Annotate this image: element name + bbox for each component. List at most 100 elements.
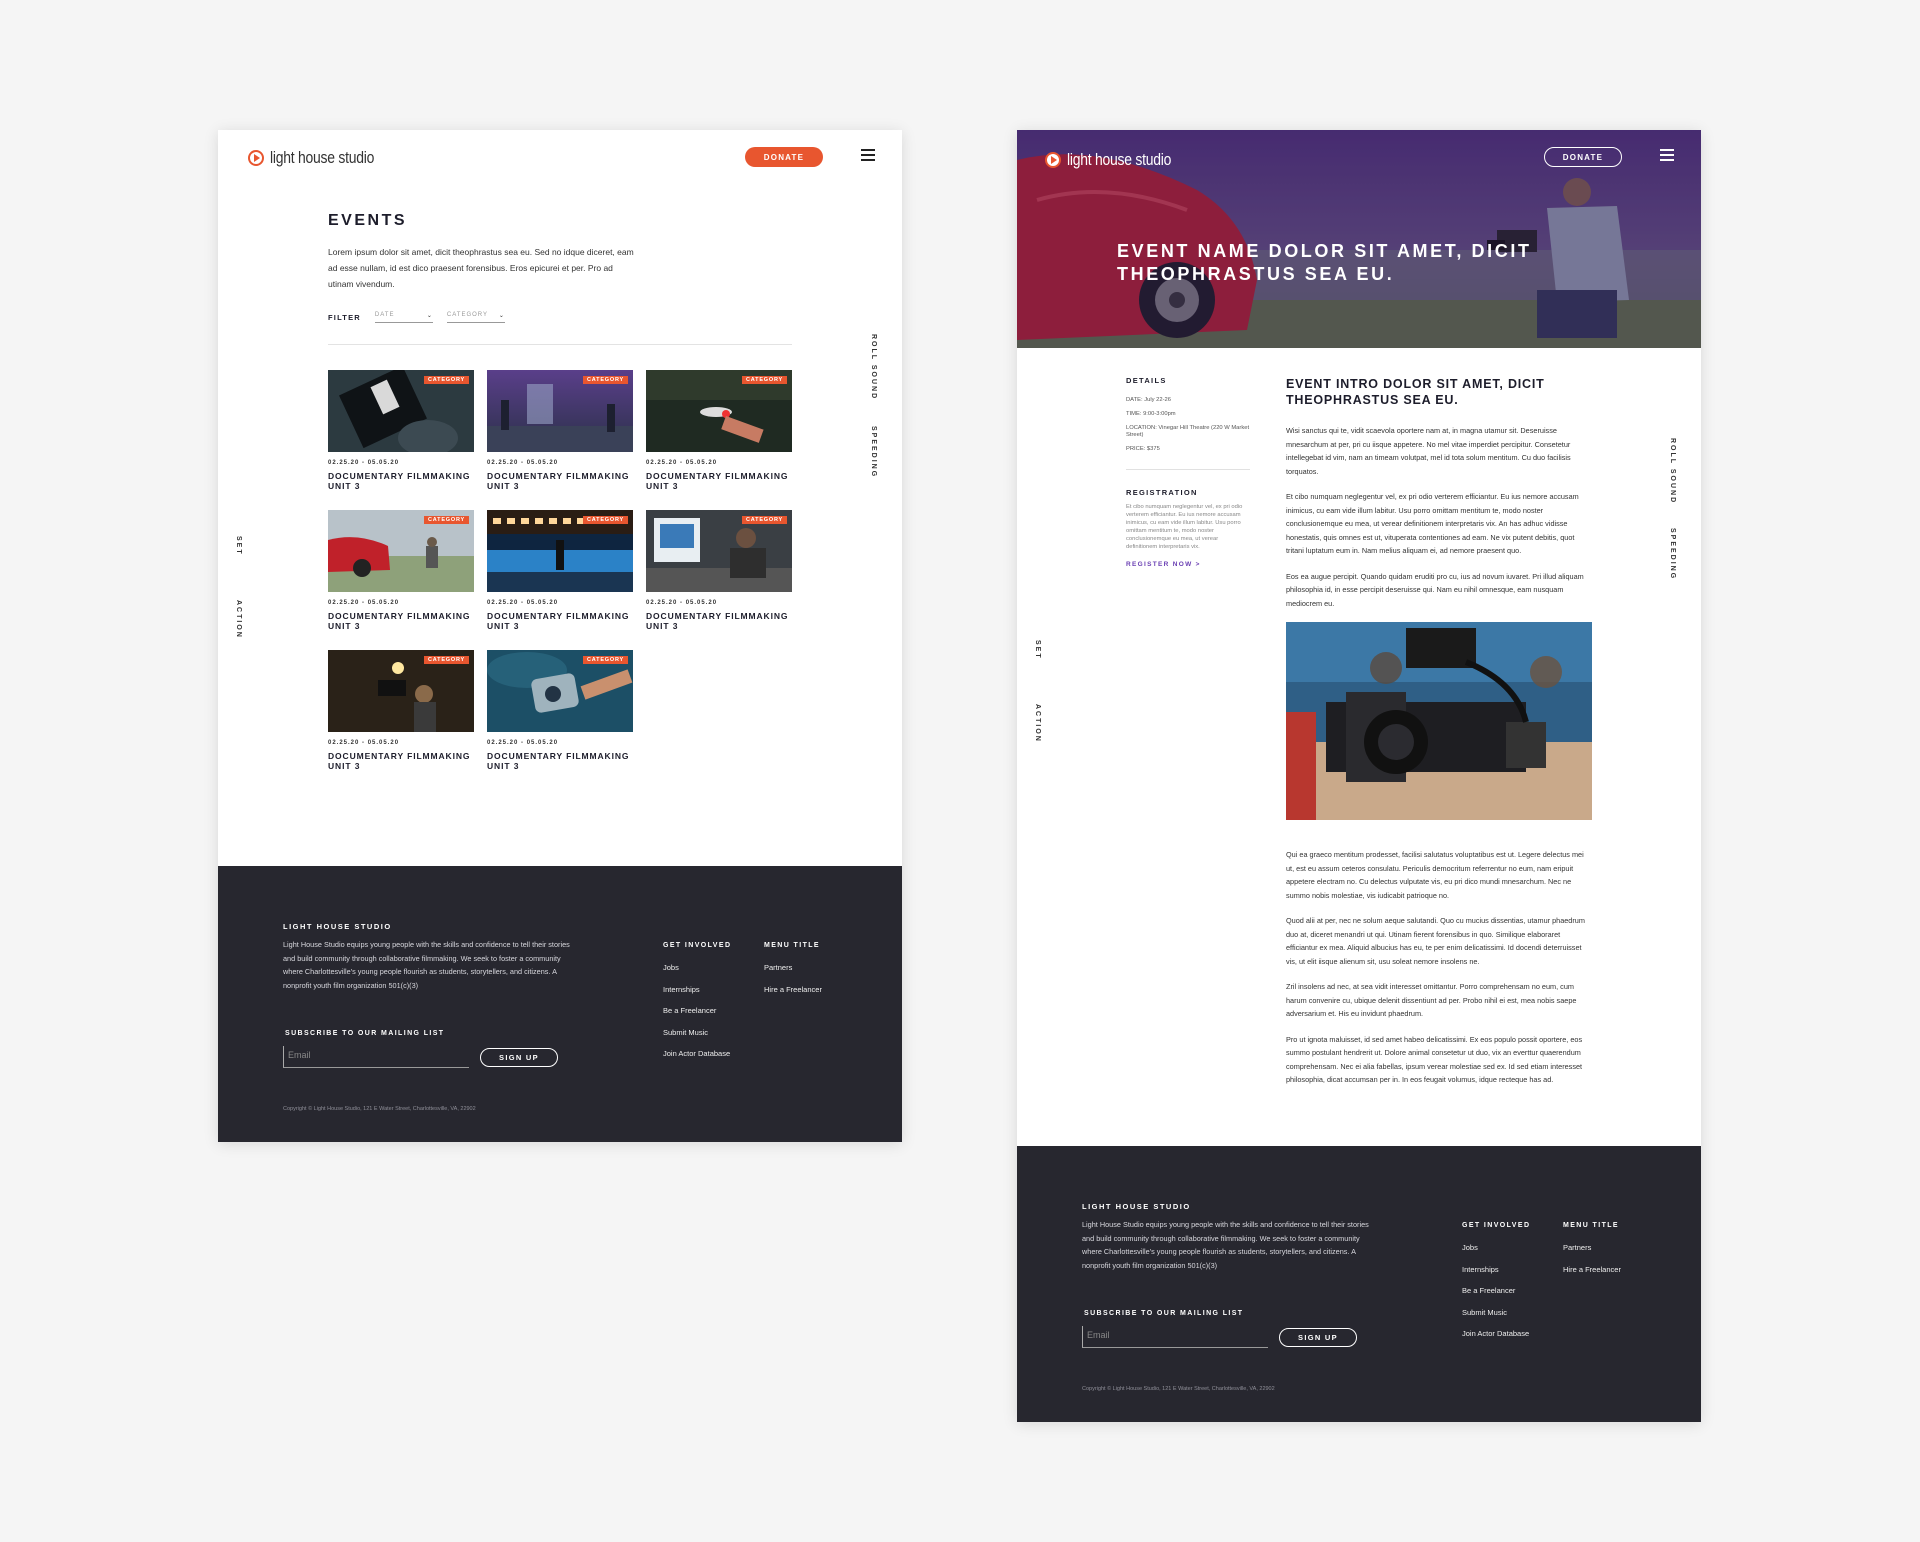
event-title: DOCUMENTARY FILMMAKING UNIT 3 [487,751,630,771]
footer-link-partners[interactable]: Partners [1563,1243,1621,1265]
email-input[interactable]: Email [1082,1326,1268,1348]
footer-link-jobs[interactable]: Jobs [1462,1243,1529,1265]
footer-link-hire-freelancer[interactable]: Hire a Freelancer [764,985,822,1007]
side-label-action: ACTION [235,600,242,639]
event-thumbnail: CATEGORY [328,370,474,452]
event-card[interactable]: CATEGORY 02.25.20 - 05.05.20 DOCUMENTARY… [328,650,474,771]
event-thumbnail: CATEGORY [646,370,792,452]
event-date: 02.25.20 - 05.05.20 [328,740,400,746]
menu-title-links: Partners Hire a Freelancer [764,963,822,1006]
event-date: 02.25.20 - 05.05.20 [487,740,559,746]
footer: LIGHT HOUSE STUDIO Light House Studio eq… [1017,1146,1701,1422]
footer-link-freelancer[interactable]: Be a Freelancer [1462,1286,1529,1308]
logo[interactable]: light house studio [248,148,397,168]
event-card-grid: CATEGORY 02.25.20 - 05.05.20 DOCUMENTARY… [328,370,792,771]
chevron-down-icon: ⌄ [498,313,505,319]
category-badge: CATEGORY [583,656,628,664]
donate-button[interactable]: DONATE [1544,147,1622,167]
register-now-link[interactable]: REGISTER NOW > [1126,561,1201,568]
category-badge: CATEGORY [742,516,787,524]
event-card[interactable]: CATEGORY 02.25.20 - 05.05.20 DOCUMENTARY… [646,370,792,491]
play-logo-icon [1045,152,1061,168]
footer-link-submit-music[interactable]: Submit Music [1462,1308,1529,1330]
event-date: 02.25.20 - 05.05.20 [646,460,718,466]
footer-about: Light House Studio equips young people w… [283,940,570,990]
date-filter-label: DATE [374,312,395,318]
side-label-set: SET [235,536,242,556]
divider [1126,469,1250,470]
event-date: DATE: July 22-26 [1126,397,1171,403]
footer-link-partners[interactable]: Partners [764,963,822,985]
logo[interactable]: light house studio [1045,150,1194,170]
event-details-sidebar: DETAILS DATE: July 22-26 TIME: 9:00-3:00… [1126,376,1250,571]
event-date: 02.25.20 - 05.05.20 [328,600,400,606]
get-involved-heading: GET INVOLVED [1462,1222,1531,1229]
hamburger-menu-icon[interactable] [861,149,875,161]
category-filter-label: CATEGORY [446,312,489,318]
donate-button[interactable]: DONATE [745,147,823,167]
cinema-camera-image [1286,622,1592,820]
filter-bar: FILTER DATE ⌄ CATEGORY ⌄ [328,312,505,323]
event-date: 02.25.20 - 05.05.20 [646,600,718,606]
subscribe-heading: SUBSCRIBE TO OUR MAILING LIST [285,1030,445,1037]
event-card[interactable]: CATEGORY 02.25.20 - 05.05.20 DOCUMENTARY… [646,510,792,631]
sign-up-button[interactable]: SIGN UP [1279,1328,1357,1347]
footer-link-actor-database[interactable]: Join Actor Database [1462,1329,1529,1351]
event-detail-page: light house studio DONATE EVENT NAME DOL… [1017,130,1701,1422]
body-paragraph: Et cibo numquam neglegentur vel, ex pri … [1286,492,1579,555]
category-badge: CATEGORY [424,516,469,524]
email-input[interactable]: Email [283,1046,469,1068]
event-card[interactable]: CATEGORY 02.25.20 - 05.05.20 DOCUMENTARY… [328,510,474,631]
footer-link-actor-database[interactable]: Join Actor Database [663,1049,730,1071]
event-title: DOCUMENTARY FILMMAKING UNIT 3 [328,611,471,631]
event-title: DOCUMENTARY FILMMAKING UNIT 3 [328,471,471,491]
play-logo-icon [248,150,264,166]
footer-link-internships[interactable]: Internships [1462,1265,1529,1287]
event-thumbnail: CATEGORY [328,510,474,592]
page-title: EVENTS [328,212,408,229]
event-title: DOCUMENTARY FILMMAKING UNIT 3 [646,611,789,631]
footer-link-submit-music[interactable]: Submit Music [663,1028,730,1050]
details-heading: DETAILS [1126,376,1167,385]
body-paragraph: Eos ea augue percipit. Quando quidam eru… [1286,571,1584,608]
event-title: DOCUMENTARY FILMMAKING UNIT 3 [487,611,630,631]
cinema-camera-photo [1286,622,1592,820]
date-filter-dropdown[interactable]: DATE ⌄ [374,312,433,323]
event-thumbnail: CATEGORY [328,650,474,732]
event-location: LOCATION: Vinegar Hill Theatre (220 W Ma… [1126,425,1250,438]
event-name-title: EVENT NAME DOLOR SIT AMET, DICIT THEOPHR… [1117,241,1532,284]
footer-link-internships[interactable]: Internships [663,985,730,1007]
chevron-down-icon: ⌄ [426,313,433,319]
side-label-speeding: SPEEDING [1669,528,1676,581]
category-badge: CATEGORY [583,376,628,384]
side-label-action: ACTION [1034,704,1041,743]
menu-title-links: Partners Hire a Freelancer [1563,1243,1621,1286]
event-thumbnail: CATEGORY [487,370,633,452]
filter-label: FILTER [328,313,361,322]
event-card[interactable]: CATEGORY 02.25.20 - 05.05.20 DOCUMENTARY… [328,370,474,491]
side-label-speeding: SPEEDING [870,426,877,479]
copyright: Copyright © Light House Studio, 121 E Wa… [1082,1386,1275,1392]
get-involved-heading: GET INVOLVED [663,942,732,949]
event-thumbnail: CATEGORY [646,510,792,592]
side-label-roll-sound: ROLL SOUND [870,334,877,401]
category-badge: CATEGORY [742,376,787,384]
event-card[interactable]: CATEGORY 02.25.20 - 05.05.20 DOCUMENTARY… [487,650,633,771]
event-title: DOCUMENTARY FILMMAKING UNIT 3 [646,471,789,491]
body-paragraph: Pro ut ignota maluisset, id sed amet hab… [1286,1034,1583,1085]
event-thumbnail: CATEGORY [487,510,633,592]
footer-link-jobs[interactable]: Jobs [663,963,730,985]
category-filter-dropdown[interactable]: CATEGORY ⌄ [446,312,505,323]
menu-title-heading: MENU TITLE [1563,1222,1619,1229]
sign-up-button[interactable]: SIGN UP [480,1048,558,1067]
hamburger-menu-icon[interactable] [1660,149,1674,161]
footer-link-freelancer[interactable]: Be a Freelancer [663,1006,730,1028]
footer-link-hire-freelancer[interactable]: Hire a Freelancer [1563,1265,1621,1287]
hero-banner: light house studio DONATE EVENT NAME DOL… [1017,130,1701,348]
registration-text: Et cibo numquam neglegentur vel, ex pri … [1126,504,1243,550]
event-title: DOCUMENTARY FILMMAKING UNIT 3 [487,471,630,491]
event-card[interactable]: CATEGORY 02.25.20 - 05.05.20 DOCUMENTARY… [487,510,633,631]
footer-about: Light House Studio equips young people w… [1082,1220,1369,1270]
event-main-content: EVENT INTRO DOLOR SIT AMET, DICIT THEOPH… [1286,376,1586,610]
event-card[interactable]: CATEGORY 02.25.20 - 05.05.20 DOCUMENTARY… [487,370,633,491]
